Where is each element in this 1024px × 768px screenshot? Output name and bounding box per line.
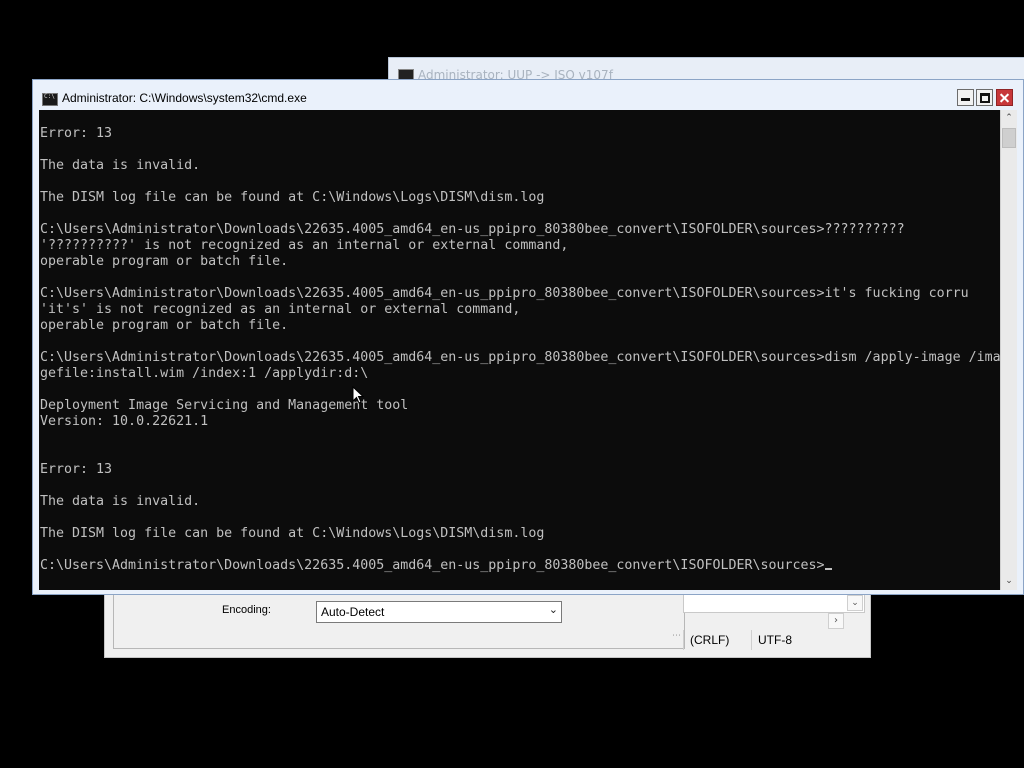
window-title: Administrator: C:\Windows\system32\cmd.e…	[62, 91, 307, 105]
console-text: Error: 13 The data is invalid. The DISM …	[40, 126, 1000, 573]
minimize-button[interactable]	[957, 89, 974, 106]
line-ending-status: (CRLF)	[683, 630, 751, 650]
maximize-button[interactable]	[976, 89, 993, 106]
cmd-window[interactable]: Administrator: C:\Windows\system32\cmd.e…	[32, 79, 1024, 595]
scrollbar-thumb[interactable]	[1002, 128, 1016, 148]
notepad-status-bar: (CRLF) UTF-8	[113, 629, 865, 651]
title-bar[interactable]: Administrator: C:\Windows\system32\cmd.e…	[33, 80, 1023, 110]
scroll-down-icon[interactable]: ⌄	[847, 595, 863, 611]
cmd-icon[interactable]	[42, 93, 58, 106]
encoding-select[interactable]: Auto-Detect ⌄	[316, 601, 562, 623]
console-output[interactable]: Error: 13 The data is invalid. The DISM …	[39, 110, 1000, 590]
encoding-select-value: Auto-Detect	[321, 605, 385, 619]
encoding-label: Encoding:	[222, 604, 271, 616]
scroll-up-icon[interactable]: ⌃	[1001, 110, 1017, 127]
encoding-status: UTF-8	[751, 630, 865, 650]
notepad-window[interactable]: Encoding: Auto-Detect ⌄ ⋯ ⌄ › (CRLF) UTF…	[104, 590, 871, 658]
scroll-right-icon[interactable]: ›	[828, 613, 844, 629]
close-button[interactable]	[996, 89, 1013, 106]
vertical-scrollbar[interactable]: ⌃ ⌄	[1000, 110, 1017, 590]
text-cursor	[824, 568, 832, 570]
chevron-down-icon: ⌄	[548, 604, 558, 616]
mouse-pointer-icon	[352, 386, 364, 404]
scroll-down-icon[interactable]: ⌄	[1001, 573, 1017, 590]
